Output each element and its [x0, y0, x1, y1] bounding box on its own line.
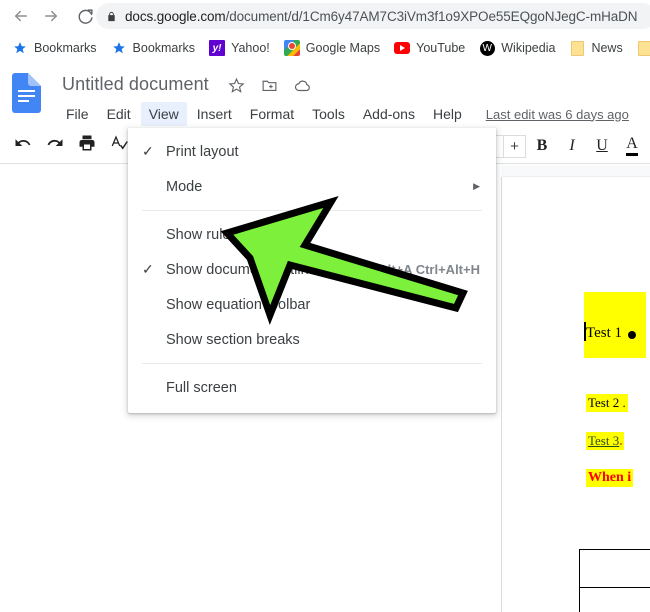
move-to-folder-icon[interactable] [261, 77, 278, 95]
folder-icon [569, 40, 585, 56]
menu-option-show-document-outline[interactable]: ✓ Show document outline Ctrl+Alt+A Ctrl+… [128, 252, 496, 287]
text-color-label: A [626, 136, 638, 156]
bullet-dot [628, 331, 636, 339]
toolbar-right-group: 1 + B I U A [473, 132, 646, 160]
menu-option-show-equation-toolbar[interactable]: Show equation toolbar [128, 287, 496, 322]
menu-option-mode[interactable]: Mode ▶ [128, 169, 496, 204]
title-action-icons [228, 77, 312, 95]
bold-button[interactable]: B [528, 133, 556, 159]
ruler-strip [502, 165, 650, 177]
bookmark-label: Yahoo! [231, 41, 270, 55]
italic-button[interactable]: I [558, 133, 586, 159]
menu-format[interactable]: Format [242, 102, 302, 126]
menu-option-label: Print layout [166, 143, 239, 160]
doc-line-wheni: When i [586, 469, 634, 487]
bookmark-item-google-maps[interactable]: Google Maps [278, 36, 386, 60]
bookmark-item-bookmarks-2[interactable]: Bookmarks [105, 36, 202, 60]
google-maps-icon [283, 40, 300, 56]
text-color-button[interactable]: A [618, 133, 646, 159]
bookmark-label: News [591, 41, 623, 55]
bookmark-item-wikipedia[interactable]: W Wikipedia [473, 36, 561, 60]
cloud-status-icon[interactable] [294, 77, 312, 95]
menu-option-label: Show section breaks [166, 331, 300, 348]
menu-view[interactable]: View [140, 102, 187, 126]
menu-tools[interactable]: Tools [304, 102, 353, 126]
doc-line-test3: Test 3. [586, 432, 625, 450]
redo-icon[interactable] [46, 134, 64, 152]
menu-option-label: Show ruler [166, 226, 236, 243]
menu-option-print-layout[interactable]: ✓ Print layout [128, 134, 496, 169]
doc-line-test3-word: Test 3 [588, 433, 620, 448]
docs-header: Untitled document File Edit View Insert … [0, 64, 650, 128]
menu-add-ons[interactable]: Add-ons [355, 102, 423, 126]
chevron-right-icon: ▶ [473, 181, 480, 191]
bookmark-folder-overflow[interactable] [631, 36, 650, 60]
menu-help[interactable]: Help [425, 102, 470, 126]
document-table[interactable] [579, 549, 650, 612]
back-button[interactable] [6, 1, 36, 31]
bookmark-label: Bookmarks [34, 41, 97, 55]
docs-menubar: File Edit View Insert Format Tools Add-o… [58, 102, 629, 126]
url-domain: docs.google.com [125, 8, 226, 24]
menu-option-label: Show equation toolbar [166, 296, 311, 313]
bookmark-item-bookmarks-1[interactable]: Bookmarks [6, 36, 103, 60]
google-docs-icon[interactable] [12, 73, 41, 113]
address-bar[interactable]: docs.google.com/document/d/1Cm6y47AM7C3i… [96, 3, 650, 29]
increase-font-size-button[interactable]: + [503, 134, 526, 158]
wikipedia-icon: W [479, 40, 495, 56]
spelling-check-icon[interactable] [110, 134, 128, 152]
youtube-icon [394, 40, 411, 56]
document-title[interactable]: Untitled document [62, 74, 209, 95]
yahoo-icon: y! [209, 40, 226, 56]
menu-separator [142, 363, 482, 364]
menu-separator [142, 210, 482, 211]
underline-button[interactable]: U [588, 133, 616, 159]
menu-option-label: Show document outline [166, 261, 317, 278]
forward-button[interactable] [36, 1, 66, 31]
print-icon[interactable] [78, 134, 96, 152]
view-dropdown-menu: ✓ Print layout Mode ▶ Show ruler ✓ Show … [128, 128, 496, 413]
checkmark-icon: ✓ [142, 261, 154, 277]
reload-icon [77, 8, 94, 25]
menu-option-full-screen[interactable]: Full screen [128, 370, 496, 405]
menu-edit[interactable]: Edit [99, 102, 139, 126]
doc-line-test1: Test 1 [586, 325, 623, 341]
bookmark-item-youtube[interactable]: YouTube [388, 36, 471, 60]
bookmark-folder-news[interactable]: News [563, 36, 628, 60]
last-edit-status[interactable]: Last edit was 6 days ago [486, 107, 629, 122]
toolbar-left-group [14, 134, 128, 152]
doc-line-test2: Test 2 . [586, 394, 628, 412]
url-path: /document/d/1Cm6y47AM7C3iVm3f1o9XPOe55EQ… [225, 8, 638, 24]
star-icon [12, 40, 28, 56]
menu-option-label: Mode [166, 178, 203, 195]
bookmark-label: Bookmarks [132, 41, 196, 55]
doc-line-test3-period: . [619, 433, 623, 448]
menu-option-shortcut: Ctrl+Alt+A Ctrl+Alt+H [348, 262, 480, 277]
back-arrow-icon [12, 7, 30, 25]
table-row-divider [580, 587, 650, 588]
folder-icon [637, 40, 650, 56]
menu-option-show-section-breaks[interactable]: Show section breaks [128, 322, 496, 357]
url-text: docs.google.com/document/d/1Cm6y47AM7C3i… [125, 8, 638, 24]
menu-file[interactable]: File [58, 102, 97, 126]
lock-icon [106, 10, 117, 23]
document-page[interactable]: Test 1 Test 2 . Test 3. When i [501, 177, 650, 612]
forward-arrow-icon [42, 7, 60, 25]
bookmark-label: YouTube [416, 41, 466, 55]
bookmark-label: Wikipedia [501, 41, 556, 55]
bookmarks-bar: Bookmarks Bookmarks y! Yahoo! Google Map… [0, 34, 650, 62]
browser-window: docs.google.com/document/d/1Cm6y47AM7C3i… [0, 0, 650, 612]
menu-option-label: Full screen [166, 379, 237, 396]
star-icon [111, 40, 127, 56]
bookmark-label: Google Maps [305, 41, 381, 55]
bookmark-item-yahoo[interactable]: y! Yahoo! [203, 36, 276, 60]
undo-icon[interactable] [14, 134, 32, 152]
checkmark-icon: ✓ [142, 143, 154, 159]
menu-insert[interactable]: Insert [189, 102, 240, 126]
menu-option-show-ruler[interactable]: Show ruler [128, 217, 496, 252]
star-icon[interactable] [228, 77, 245, 95]
